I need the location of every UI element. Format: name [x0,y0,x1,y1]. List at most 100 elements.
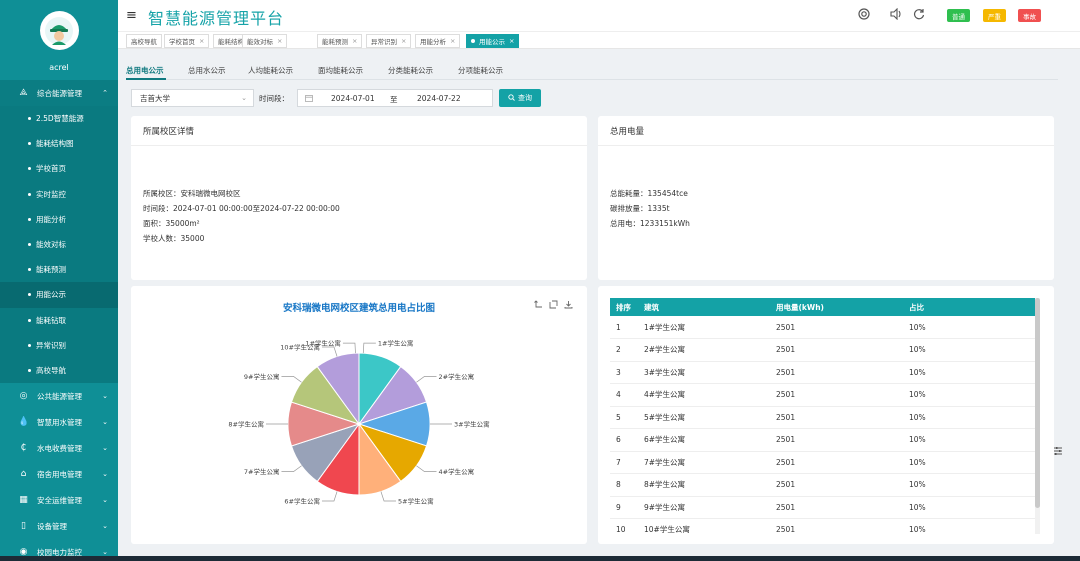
tab-5[interactable]: 异常识别 × [366,34,412,48]
menu-toggle-icon[interactable]: ≡ [126,8,137,23]
tab-6[interactable]: 用能分析 × [415,34,461,48]
table-row[interactable]: 10 10#学生公寓 2501 10% [610,518,1035,534]
table-row[interactable]: 2 2#学生公寓 2501 10% [610,338,1035,362]
table-row[interactable]: 3 3#学生公寓 2501 10% [610,361,1035,384]
tab-3[interactable]: 能效对标 × [242,34,288,48]
table-scrollbar[interactable] [1035,298,1040,534]
volume-icon[interactable] [890,7,903,23]
campus-line: 所属校区：安科瑞微电网校区 [143,189,241,198]
coin-icon: ◎ [19,391,28,402]
column-header[interactable]: 排序 [610,298,638,316]
sidebar-group-1[interactable]: ◎ 公共能源管理 ⌄ [0,383,118,409]
bullet-dot-icon [28,293,31,297]
table-row[interactable]: 4 4#学生公寓 2501 10% [610,383,1035,407]
sidebar-item-1[interactable]: 能耗结构图 [0,131,118,157]
close-icon[interactable]: × [352,37,357,45]
date-end[interactable]: 2024-07-22 [417,94,461,103]
table-row[interactable]: 8 8#学生公寓 2501 10% [610,473,1035,497]
leader-line [342,342,356,354]
tab-label: 学校首页 [169,38,195,46]
date-start[interactable]: 2024-07-01 [331,94,375,103]
sidebar-group-3[interactable]: ₵ 水电收费管理 ⌄ [0,435,118,461]
sidebar-item-9[interactable]: 异常识别 [0,332,118,358]
sidebar-group-2[interactable]: 💧 智慧用水管理 ⌄ [0,409,118,435]
tab-7[interactable]: 用能公示 × [466,34,520,48]
leader-line [416,376,437,383]
table-cell: 10% [903,473,1035,497]
pie-chart-card: 安科瑞微电网校区建筑总用电占比图 1#学生公寓 2#学生公寓 3#学生公寓 4#学生公… [131,286,587,544]
alarm-normal-badge[interactable]: 普通 [947,9,970,22]
refresh-icon[interactable] [913,8,925,23]
sidebar-item-0[interactable]: 2.5D智慧能源 [0,106,118,132]
sidebar-item-7[interactable]: 用能公示 [0,282,118,308]
campus-select[interactable]: 吉首大学 ⌄ [131,89,254,107]
table-row[interactable]: 7 7#学生公寓 2501 10% [610,451,1035,474]
close-icon[interactable]: × [199,37,204,45]
close-icon[interactable]: × [450,37,455,45]
category-tab-5[interactable]: 分项能耗公示 [458,65,503,76]
tab-1[interactable]: 学校首页 × [164,34,210,48]
category-tab-1[interactable]: 总用水公示 [188,65,226,76]
column-header[interactable]: 占比 [903,298,1035,316]
sidebar-group-0[interactable]: ⟁ 综合能源管理 ⌃ [0,80,118,106]
table-row[interactable]: 9 9#学生公寓 2501 10% [610,496,1035,519]
table-cell: 6 [610,428,638,452]
close-icon[interactable]: × [509,37,514,45]
scrollbar-thumb[interactable] [1035,298,1040,508]
power-total-line: 总用电：1233151kWh [610,219,690,228]
query-button[interactable]: 查询 [499,89,541,107]
chevron-down-icon: ⌄ [102,522,108,531]
sidebar-item-4[interactable]: 用能分析 [0,206,118,232]
slice-label: 2#学生公寓 [439,372,475,381]
table-cell: 10% [903,406,1035,429]
table-cell: 1#学生公寓 [638,316,770,339]
tab-0[interactable]: 高校导航 [126,34,162,48]
help-ring-icon[interactable] [858,8,870,23]
category-tab-0[interactable]: 总用电公示 [126,65,164,76]
chevron-down-icon: ⌄ [102,548,108,557]
sidebar-item-2[interactable]: 学校首页 [0,156,118,182]
app-title: 智慧能源管理平台 [148,9,285,28]
sidebar-item-label: 2.5D智慧能源 [36,114,84,124]
category-tab-4[interactable]: 分类能耗公示 [388,65,433,76]
alarm-serious-badge[interactable]: 严重 [983,9,1006,22]
sidebar-item-label: 学校首页 [36,164,66,174]
table-cell: 2501 [770,383,903,407]
leader-line [380,491,397,502]
energy-total-line: 总能耗量：135454tce [610,189,688,198]
bullet-dot-icon [28,142,31,146]
sidebar-item-label: 用能分析 [36,214,66,224]
alarm-accident-badge[interactable]: 事故 [1018,9,1041,22]
chevron-down-icon: ⌄ [102,392,108,401]
sidebar-group-label: 综合能源管理 [37,88,82,98]
user-panel: acrel [0,0,118,80]
settings-sliders-icon[interactable] [1053,446,1063,459]
sidebar-item-10[interactable]: 高校导航 [0,357,118,384]
close-icon[interactable]: × [401,37,406,45]
category-tab-2[interactable]: 人均能耗公示 [248,65,293,76]
sidebar-group-6[interactable]: ▯ 设备管理 ⌄ [0,513,118,539]
table-cell: 2501 [770,473,903,497]
column-header[interactable]: 建筑 [638,298,770,316]
date-range-picker[interactable]: 2024-07-01 至 2024-07-22 [297,89,493,107]
table-cell: 2#学生公寓 [638,338,770,362]
table-header-row: 排序 建筑 用电量(kWh) 占比 [610,298,1035,316]
sidebar-item-6[interactable]: 能耗预测 [0,257,118,283]
close-icon[interactable]: × [277,37,282,45]
table-row[interactable]: 1 1#学生公寓 2501 10% [610,316,1035,339]
sidebar-group-4[interactable]: ⌂ 宿舍用电管理 ⌄ [0,461,118,487]
tab-4[interactable]: 能耗预测 × [317,34,363,48]
sidebar-group-5[interactable]: ▦ 安全运维管理 ⌄ [0,487,118,513]
table-cell: 5 [610,406,638,429]
sidebar-item-3[interactable]: 实时监控 [0,181,118,207]
sidebar-item-label: 能效对标 [36,240,66,250]
sidebar-item-5[interactable]: 能效对标 [0,231,118,258]
column-header[interactable]: 用电量(kWh) [770,298,903,316]
chevron-down-icon: ⌄ [241,94,247,102]
table-cell: 10% [903,383,1035,407]
avatar[interactable] [39,11,79,50]
category-tab-3[interactable]: 面均能耗公示 [318,65,363,76]
table-row[interactable]: 6 6#学生公寓 2501 10% [610,428,1035,452]
sidebar-item-8[interactable]: 能耗钻取 [0,307,118,333]
table-row[interactable]: 5 5#学生公寓 2501 10% [610,406,1035,429]
